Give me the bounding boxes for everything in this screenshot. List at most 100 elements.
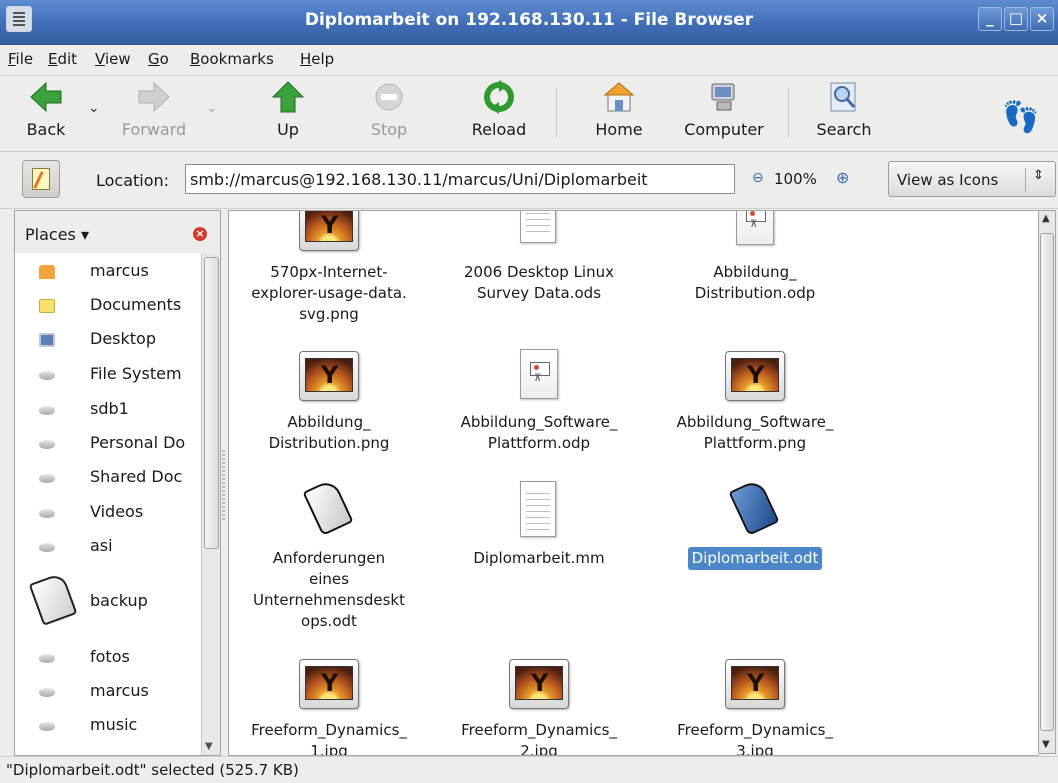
sidebar-item-label: asi — [90, 536, 113, 555]
status-bar: "Diplomarbeit.odt" selected (525.7 KB) — [0, 756, 1058, 783]
sidebar-item-label: File System — [90, 364, 182, 383]
document-icon — [28, 572, 78, 626]
file-item[interactable]: Freeform_Dynamics_1.jpg — [229, 651, 429, 755]
icon-view-scroll-thumb[interactable] — [1040, 233, 1054, 731]
back-label: Back — [26, 120, 66, 139]
sidebar-item-marcus-share[interactable]: marcus — [15, 675, 201, 709]
computer-label: Computer — [684, 120, 764, 139]
edit-note-icon — [32, 168, 50, 190]
search-icon — [830, 82, 856, 112]
sidebar-item-videos[interactable]: Videos — [15, 496, 201, 530]
close-sidebar-icon[interactable]: × — [193, 227, 207, 241]
minimize-button[interactable]: _ — [978, 7, 1002, 31]
drive-icon — [39, 722, 55, 731]
file-item[interactable]: Anforderungen eines Unternehmensdeskt ops.o… — [229, 478, 429, 633]
sidebar-scrollbar[interactable]: ▼ — [201, 253, 220, 755]
stop-icon — [375, 83, 403, 111]
file-item[interactable]: 2006 Desktop Linux Survey Data.ods — [439, 211, 639, 305]
sidebar-item-marcus-home[interactable]: marcus — [15, 255, 201, 289]
sidebar-item-file-system[interactable]: File System — [15, 358, 201, 392]
text-document-file-icon — [297, 478, 361, 543]
sidebar-item-backup[interactable]: backup — [15, 572, 201, 627]
file-item[interactable]: 570px-Internet-explorer-usage-data.svg.p… — [229, 211, 429, 326]
drive-icon — [39, 474, 55, 483]
text-file-icon — [507, 479, 571, 543]
menu-edit[interactable]: Edit — [48, 50, 77, 68]
spreadsheet-file-icon — [507, 211, 571, 257]
view-mode-select[interactable]: View as Icons ⇕ — [888, 161, 1056, 197]
status-text: "Diplomarbeit.odt" selected (525.7 KB) — [6, 761, 299, 779]
folder-icon — [39, 299, 55, 313]
sidebar-item-fotos[interactable]: fotos — [15, 641, 201, 675]
menu-view[interactable]: View — [95, 50, 131, 68]
menu-bar: File Edit View Go Bookmarks Help — [0, 45, 1058, 76]
location-label: Location: — [96, 171, 170, 190]
file-name: Abbildung_Software_ Plattform.odp — [460, 413, 618, 452]
file-item-selected[interactable]: Diplomarbeit.odt — [655, 478, 855, 570]
sidebar-header: Places ▾ × — [15, 211, 220, 253]
back-button[interactable]: Back — [18, 80, 74, 139]
home-icon — [39, 265, 55, 279]
file-item[interactable]: Abbildung_Distribution.odp — [655, 211, 855, 305]
image-file-icon — [297, 343, 361, 407]
up-button[interactable]: Up — [266, 80, 310, 139]
maximize-button[interactable]: □ — [1004, 7, 1028, 31]
sidebar-item-label: Desktop — [90, 329, 156, 348]
home-icon — [603, 82, 635, 112]
file-item[interactable]: Abbildung_Software_Plattform.png — [655, 343, 855, 455]
zoom-in-icon[interactable]: ⊕ — [836, 168, 849, 187]
sidebar-item-music[interactable]: music — [15, 709, 201, 743]
home-button[interactable]: Home — [588, 80, 650, 139]
back-history-chevron-icon[interactable]: ⌄ — [88, 100, 100, 116]
file-icon-view[interactable]: 570px-Internet-explorer-usage-data.svg.p… — [228, 210, 1039, 756]
pane-resize-handle[interactable] — [222, 450, 225, 520]
toggle-location-entry-button[interactable] — [22, 160, 60, 198]
forward-label: Forward — [121, 120, 187, 139]
presentation-file-icon — [723, 211, 787, 257]
scroll-down-icon[interactable]: ▼ — [1042, 739, 1050, 750]
location-input[interactable]: smb://marcus@192.168.130.11/marcus/Uni/D… — [185, 164, 735, 194]
menu-go[interactable]: Go — [148, 50, 169, 68]
menu-bookmarks[interactable]: Bookmarks — [190, 50, 274, 68]
places-dropdown[interactable]: Places ▾ — [25, 225, 89, 244]
image-file-icon — [723, 343, 787, 407]
toolbar-separator — [556, 88, 557, 138]
file-item[interactable]: Freeform_Dynamics_2.jpg — [439, 651, 639, 756]
view-mode-value: View as Icons — [897, 171, 999, 189]
forward-button[interactable]: Forward — [112, 80, 196, 139]
presentation-file-icon — [507, 343, 571, 407]
file-item[interactable]: Freeform_Dynamics_3.jpg — [655, 651, 855, 755]
file-item[interactable]: Diplomarbeit.mm — [439, 479, 639, 570]
sidebar-item-sdb1[interactable]: sdb1 — [15, 393, 201, 427]
drive-icon — [39, 654, 55, 663]
sidebar-item-label: fotos — [90, 647, 130, 666]
title-bar[interactable]: Diplomarbeit on 192.168.130.11 - File Br… — [0, 0, 1058, 45]
menu-help[interactable]: Help — [300, 50, 334, 68]
toolbar-separator — [788, 88, 789, 138]
scroll-down-icon[interactable]: ▼ — [205, 741, 213, 752]
stop-button[interactable]: Stop — [364, 80, 414, 139]
file-item[interactable]: Abbildung_Distribution.png — [229, 343, 429, 455]
window-title: Diplomarbeit on 192.168.130.11 - File Br… — [304, 10, 754, 30]
sidebar-item-asi[interactable]: asi — [15, 530, 201, 564]
drive-icon — [39, 509, 55, 518]
sidebar-item-desktop[interactable]: Desktop — [15, 323, 201, 357]
sidebar-item-label: Documents — [90, 295, 182, 314]
file-name: Freeform_Dynamics_ 2.jpg — [461, 721, 617, 756]
sidebar-item-shared-documents[interactable]: Shared Doc — [15, 461, 201, 495]
search-button[interactable]: Search — [808, 80, 880, 139]
forward-history-chevron-icon[interactable]: ⌄ — [206, 100, 218, 116]
reload-button[interactable]: Reload — [466, 80, 532, 139]
zoom-out-icon[interactable]: ⊖ — [752, 170, 764, 186]
file-item[interactable]: Abbildung_Software_Plattform.odp — [439, 343, 639, 455]
computer-button[interactable]: Computer — [676, 80, 772, 139]
menu-file[interactable]: File — [8, 50, 33, 68]
sidebar-item-personal-documents[interactable]: Personal Do — [15, 427, 201, 461]
sidebar-item-documents[interactable]: Documents — [15, 289, 201, 323]
sidebar-scroll-thumb[interactable] — [204, 257, 219, 549]
scroll-up-icon[interactable]: ▲ — [1042, 213, 1050, 224]
zoom-level[interactable]: 100% — [774, 170, 817, 188]
close-button[interactable]: × — [1030, 7, 1054, 31]
sidebar-item-label: marcus — [90, 261, 149, 280]
icon-view-scrollbar[interactable]: ▲ ▼ — [1038, 210, 1056, 754]
